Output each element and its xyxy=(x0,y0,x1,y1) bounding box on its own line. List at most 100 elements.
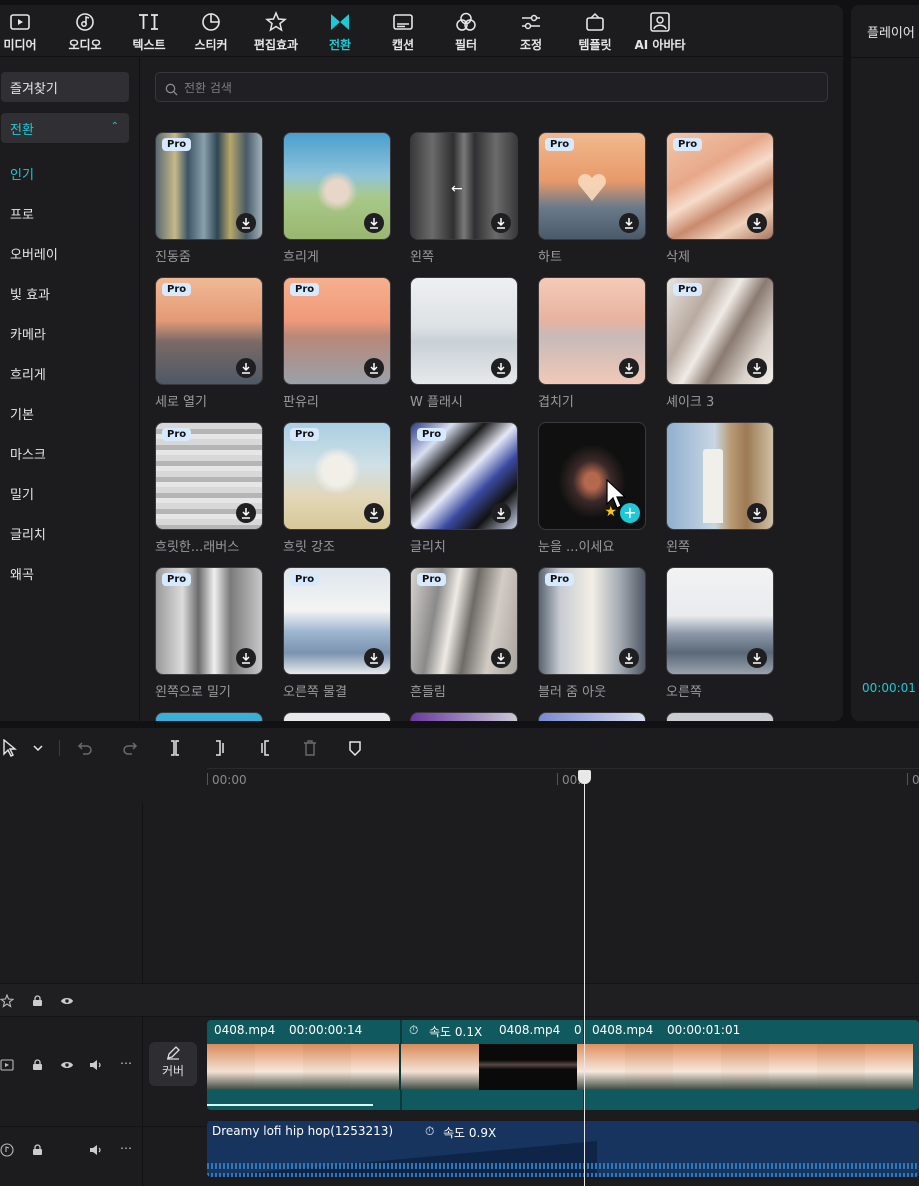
tab-adjust[interactable]: 조정 xyxy=(515,5,547,57)
card-name: 흐릿 강조 xyxy=(283,540,335,555)
sidebar-item-light[interactable]: 빛 효과 xyxy=(10,284,50,303)
transition-card[interactable]: Pro 세로 열기 xyxy=(155,277,263,410)
download-icon[interactable] xyxy=(747,503,767,523)
eye-icon[interactable] xyxy=(60,1058,74,1072)
sidebar-item-blur[interactable]: 흐리게 xyxy=(10,364,46,383)
download-icon[interactable] xyxy=(236,648,256,668)
search-input[interactable] xyxy=(184,78,804,98)
sidebar-item-distort[interactable]: 왜곡 xyxy=(10,564,34,583)
sidebar-favorites[interactable]: 즐겨찾기 xyxy=(1,72,129,102)
trim-right-icon[interactable] xyxy=(255,738,275,758)
thumbnail xyxy=(283,712,391,721)
download-icon[interactable] xyxy=(236,213,256,233)
pro-badge: Pro xyxy=(162,283,192,296)
download-icon[interactable] xyxy=(619,648,639,668)
download-icon[interactable] xyxy=(491,358,511,378)
cover-button[interactable]: 커버 xyxy=(149,1042,197,1086)
download-icon[interactable] xyxy=(236,358,256,378)
trim-left-icon[interactable] xyxy=(210,738,230,758)
tab-caption[interactable]: 캡션 xyxy=(388,5,418,57)
lock-icon[interactable] xyxy=(30,1058,44,1072)
more-icon[interactable]: ⋯ xyxy=(119,1141,133,1155)
transition-card[interactable]: ★ + 눈을 ...이세요 xyxy=(538,422,646,555)
time-ruler[interactable]: 00:00 00:0 0 xyxy=(207,768,919,800)
transition-card[interactable]: 겹치기 xyxy=(538,277,646,410)
video-track[interactable]: 0408.mp4 00:00:00:14 ⏱ 속도 0.1X 0408.mp4 … xyxy=(207,1020,919,1110)
split-icon[interactable] xyxy=(165,738,185,758)
more-icon[interactable]: ⋯ xyxy=(119,1056,133,1070)
lock-icon[interactable] xyxy=(30,994,44,1008)
undo-icon[interactable] xyxy=(75,738,95,758)
transition-card[interactable]: Pro 흐릿 강조 xyxy=(283,422,391,555)
tab-ai-avatar[interactable]: AI 아바타 xyxy=(632,5,688,57)
volume-icon[interactable] xyxy=(89,1058,103,1072)
transition-card[interactable]: W 플래시 xyxy=(410,277,518,410)
adjust-icon xyxy=(520,11,542,33)
download-icon[interactable] xyxy=(364,213,384,233)
tab-text[interactable]: 텍스트 xyxy=(128,5,170,57)
delete-icon[interactable] xyxy=(300,738,320,758)
tab-caption-label: 캡션 xyxy=(391,38,415,52)
download-icon[interactable] xyxy=(619,358,639,378)
thumbnail xyxy=(410,712,518,721)
sidebar-item-popular[interactable]: 인기 xyxy=(10,164,34,183)
transition-card[interactable]: Pro 판유리 xyxy=(283,277,391,410)
sidebar-item-mask[interactable]: 마스크 xyxy=(10,444,46,463)
transition-card[interactable] xyxy=(410,712,518,721)
download-icon[interactable] xyxy=(364,503,384,523)
download-icon[interactable] xyxy=(747,648,767,668)
chevron-down-icon[interactable] xyxy=(28,738,48,758)
transition-card[interactable]: Pro 오른쪽 물결 xyxy=(283,567,391,700)
transition-card[interactable]: Pro 흐릿한...래버스 xyxy=(155,422,263,555)
sidebar-category-transition[interactable]: 전환 ⌃ xyxy=(1,113,129,143)
download-icon[interactable] xyxy=(747,213,767,233)
card-name: 셰이크 3 xyxy=(666,395,715,410)
download-icon[interactable] xyxy=(236,503,256,523)
tab-audio[interactable]: 오디오 xyxy=(64,5,106,57)
transition-card[interactable]: Pro 하트 xyxy=(538,132,646,265)
sidebar-item-glitch[interactable]: 글리치 xyxy=(10,524,46,543)
volume-icon[interactable] xyxy=(89,1143,103,1157)
tab-template[interactable]: 템플릿 xyxy=(574,5,616,57)
eye-icon[interactable] xyxy=(60,994,74,1008)
transition-card[interactable]: Pro 삭제 xyxy=(666,132,774,265)
sidebar-item-pro[interactable]: 프로 xyxy=(10,204,34,223)
tab-filter[interactable]: 필터 xyxy=(450,5,482,57)
lock-icon[interactable] xyxy=(30,1143,44,1157)
transition-card[interactable]: Pro 흔들림 xyxy=(410,567,518,700)
transition-card[interactable] xyxy=(155,712,263,721)
sidebar-item-overlay[interactable]: 오버레이 xyxy=(10,244,58,263)
download-icon[interactable] xyxy=(747,358,767,378)
playhead[interactable] xyxy=(584,772,585,1186)
tab-effects[interactable]: 편집효과 xyxy=(248,5,304,57)
redo-icon[interactable] xyxy=(120,738,140,758)
tab-sticker[interactable]: 스티커 xyxy=(190,5,232,57)
transition-card[interactable] xyxy=(666,712,774,721)
download-icon[interactable] xyxy=(364,648,384,668)
transition-card[interactable]: Pro 셰이크 3 xyxy=(666,277,774,410)
transition-card[interactable]: Pro 글리치 xyxy=(410,422,518,555)
transition-card[interactable] xyxy=(538,712,646,721)
tab-transition[interactable]: 전환 xyxy=(322,5,358,57)
transition-card[interactable]: Pro 진동줌 xyxy=(155,132,263,265)
transition-card[interactable]: 오른쪽 xyxy=(666,567,774,700)
tab-media[interactable]: 미디어 xyxy=(0,5,40,57)
download-icon[interactable] xyxy=(491,213,511,233)
transition-card[interactable]: ← 왼쪽 xyxy=(410,132,518,265)
download-icon[interactable] xyxy=(364,358,384,378)
download-icon[interactable] xyxy=(491,648,511,668)
transition-card[interactable]: 왼쪽 xyxy=(666,422,774,555)
audio-track[interactable]: Dreamy lofi hip hop(1253213) ⏱ 속도 0.9X xyxy=(207,1121,919,1177)
sidebar-item-camera[interactable]: 카메라 xyxy=(10,324,46,343)
transition-card[interactable]: Pro 왼쪽으로 밀기 xyxy=(155,567,263,700)
transition-card[interactable] xyxy=(283,712,391,721)
transition-card[interactable]: Pro 블러 줌 아웃 xyxy=(538,567,646,700)
select-tool-icon[interactable] xyxy=(0,738,20,758)
card-name: 겹치기 xyxy=(538,395,574,410)
download-icon[interactable] xyxy=(619,213,639,233)
sidebar-item-push[interactable]: 밀기 xyxy=(10,484,34,503)
download-icon[interactable] xyxy=(491,503,511,523)
sidebar-item-basic[interactable]: 기본 xyxy=(10,404,34,423)
transition-card[interactable]: 흐리게 xyxy=(283,132,391,265)
marker-icon[interactable] xyxy=(345,738,365,758)
